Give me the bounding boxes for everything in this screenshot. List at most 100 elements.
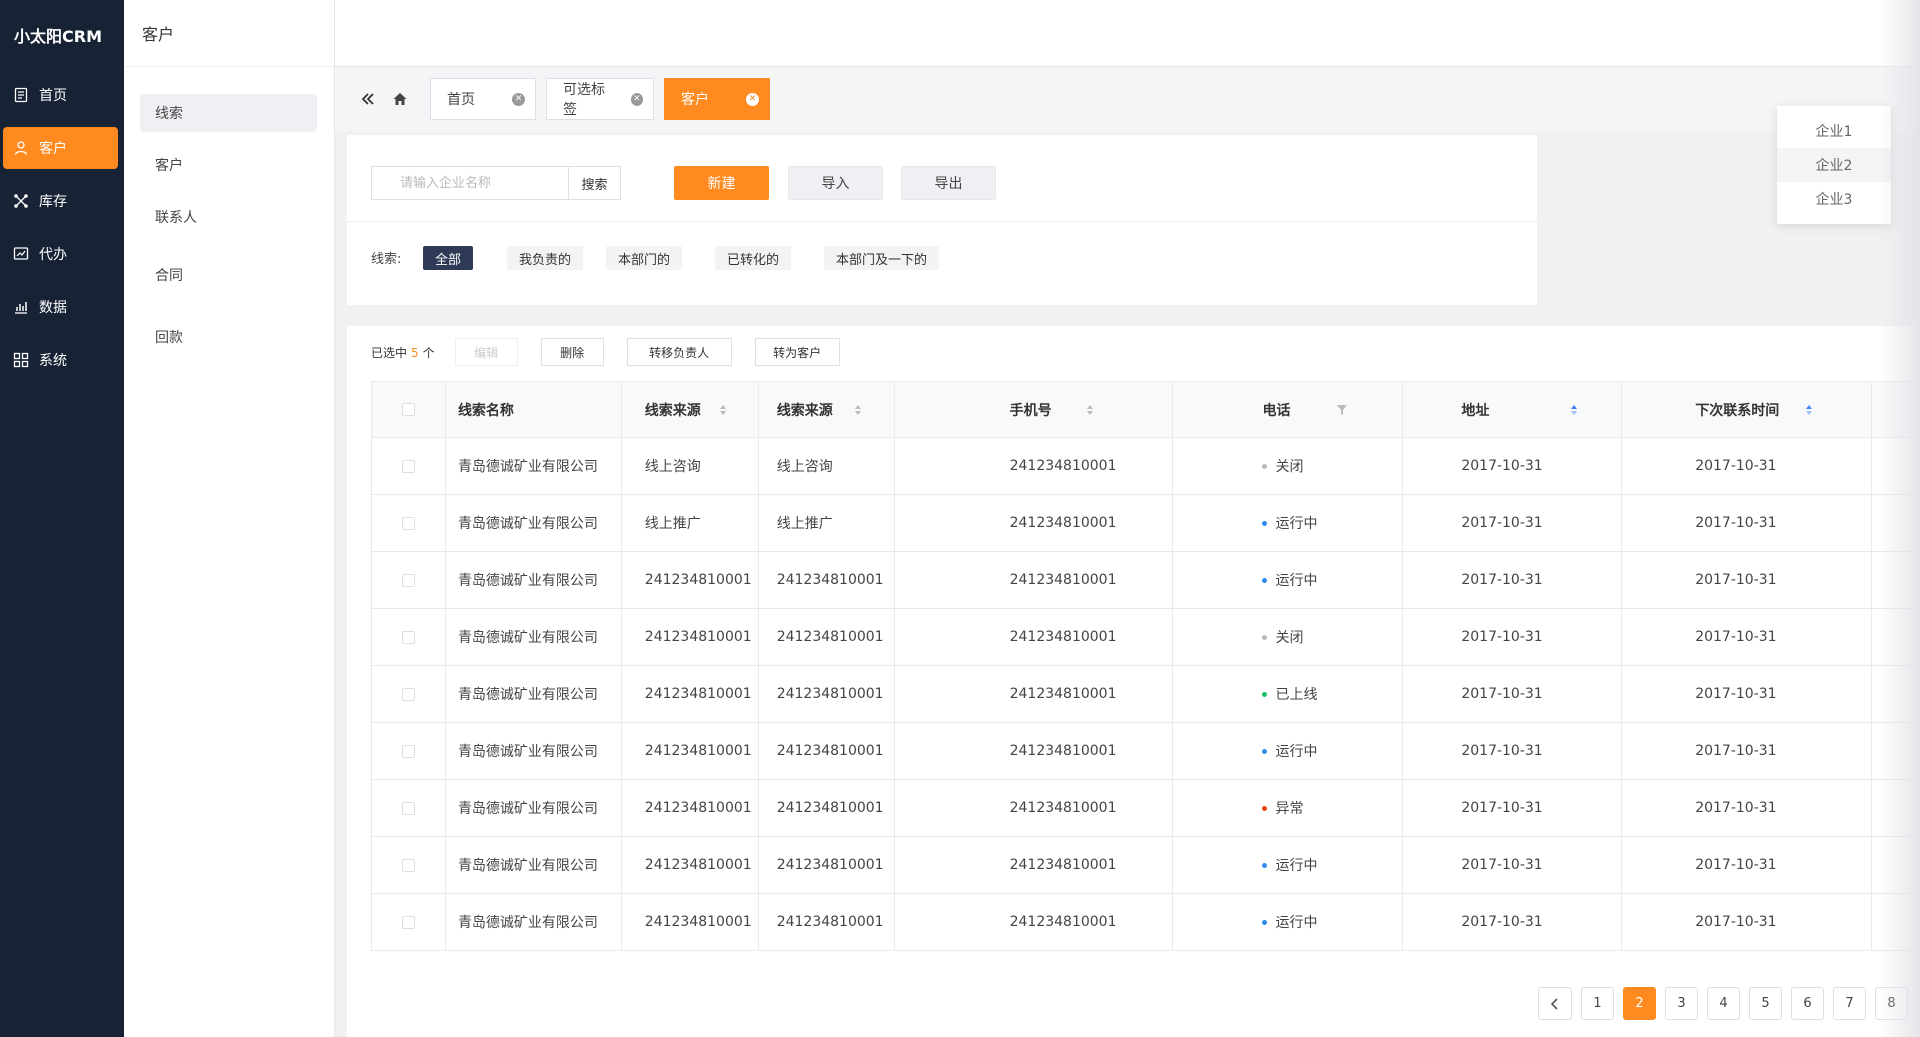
table-row[interactable]: 青岛德诚矿业有限公司 241234810001 241234810001 241234… <box>372 666 1920 723</box>
row-select-cell <box>372 780 446 836</box>
delete-button[interactable]: 删除 <box>540 338 604 366</box>
submenu-item-3[interactable]: 合同 <box>140 256 317 294</box>
cell-source-2: 线上推广 <box>759 495 895 551</box>
sort-icon[interactable] <box>1571 403 1578 417</box>
edit-button[interactable]: 编辑 <box>454 338 518 366</box>
export-button[interactable]: 导出 <box>901 166 996 200</box>
cell-phone-status: 运行中 <box>1173 552 1404 608</box>
col-address[interactable]: 地址 <box>1403 382 1623 437</box>
nav-item-label: 客户 <box>39 141 67 157</box>
table-row[interactable]: 青岛德诚矿业有限公司 241234810001 241234810001 241234… <box>372 552 1920 609</box>
page-button-5[interactable]: 5 <box>1749 987 1782 1020</box>
row-checkbox[interactable] <box>401 516 415 530</box>
transfer-owner-button[interactable]: 转移负责人 <box>626 338 732 366</box>
dropdown-item-2[interactable]: 企业3 <box>1777 182 1891 216</box>
nav-item-1[interactable]: 客户 <box>3 127 118 169</box>
top-header <box>335 0 1920 67</box>
convert-customer-button[interactable]: 转为客户 <box>754 338 840 366</box>
col-extra <box>1872 382 1920 437</box>
col-source-2[interactable]: 线索来源 <box>759 382 895 437</box>
row-checkbox[interactable] <box>401 573 415 587</box>
table-row[interactable]: 青岛德诚矿业有限公司 线上咨询 线上咨询 241234810001 关闭 2017-10-… <box>372 438 1920 495</box>
status-dot-icon <box>1262 463 1268 469</box>
nav-item-4[interactable]: 数据 <box>3 286 118 328</box>
search-button[interactable]: 搜索 <box>568 166 621 200</box>
table-row[interactable]: 青岛德诚矿业有限公司 241234810001 241234810001 241234… <box>372 894 1920 951</box>
enterprise-dropdown: 企业1 企业2 企业3 <box>1777 106 1891 224</box>
row-select-cell <box>372 552 446 608</box>
table-toolbar: 已选中 5 个 编辑 删除 转移负责人 转为客户 <box>371 338 863 366</box>
col-source-1[interactable]: 线索来源 <box>622 382 759 437</box>
cell-source-2: 241234810001 <box>759 723 895 779</box>
home-icon[interactable] <box>388 87 412 111</box>
nav-item-0[interactable]: 首页 <box>3 74 118 116</box>
nav-item-3[interactable]: 代办 <box>3 233 118 275</box>
filter-chip-2[interactable]: 本部门的 <box>606 246 683 270</box>
prev-page-button[interactable] <box>1538 987 1572 1020</box>
nav-item-2[interactable]: 库存 <box>3 180 118 222</box>
import-button[interactable]: 导入 <box>788 166 883 200</box>
page-button-2[interactable]: 2 <box>1623 987 1656 1020</box>
page-button-1[interactable]: 1 <box>1581 987 1614 1020</box>
cell-extra <box>1872 837 1920 893</box>
submenu-item-2[interactable]: 联系人 <box>140 198 317 236</box>
row-checkbox[interactable] <box>401 801 415 815</box>
cell-source-1: 241234810001 <box>622 609 759 665</box>
sort-icon[interactable] <box>1806 403 1813 417</box>
cell-address: 2017-10-31 <box>1403 837 1623 893</box>
page-button-7[interactable]: 7 <box>1833 987 1866 1020</box>
close-icon[interactable]: ✕ <box>746 92 759 106</box>
page-button-3[interactable]: 3 <box>1665 987 1698 1020</box>
filter-icon[interactable] <box>1336 404 1348 416</box>
page-button-4[interactable]: 4 <box>1707 987 1740 1020</box>
tab-2[interactable]: 客户 ✕ <box>664 78 770 120</box>
cell-address: 2017-10-31 <box>1403 666 1623 722</box>
filter-panel: 搜索 新建 导入 导出 线索: 全部 我负责的本部门的 已转化的 本部门及一下的 <box>347 135 1537 305</box>
submenu-item-1[interactable]: 客户 <box>140 146 317 184</box>
col-mobile[interactable]: 手机号 <box>895 382 1174 437</box>
filter-chip-3[interactable]: 已转化的 <box>715 246 792 270</box>
tab-0[interactable]: 首页 ✕ <box>430 78 536 120</box>
row-checkbox[interactable] <box>401 744 415 758</box>
submenu-item-0[interactable]: 线索 <box>140 94 317 132</box>
nav-item-5[interactable]: 系统 <box>3 339 118 381</box>
close-icon[interactable]: ✕ <box>630 92 643 106</box>
sort-icon[interactable] <box>854 403 861 417</box>
filter-chip-1[interactable]: 我负责的 <box>507 246 584 270</box>
table-row[interactable]: 青岛德诚矿业有限公司 241234810001 241234810001 241234… <box>372 723 1920 780</box>
select-all-checkbox[interactable] <box>401 403 415 416</box>
col-phone[interactable]: 电话 <box>1173 382 1404 437</box>
table-row[interactable]: 青岛德诚矿业有限公司 241234810001 241234810001 241234… <box>372 837 1920 894</box>
filter-chip-0[interactable]: 全部 <box>423 246 474 270</box>
sort-icon[interactable] <box>1086 403 1093 417</box>
dropdown-item-1[interactable]: 企业2 <box>1777 148 1891 182</box>
status-text: 关闭 <box>1275 630 1304 646</box>
row-checkbox[interactable] <box>401 915 415 929</box>
filter-chip-4[interactable]: 本部门及一下的 <box>824 246 940 270</box>
col-next-contact[interactable]: 下次联系时间 <box>1622 382 1873 437</box>
table-row[interactable]: 青岛德诚矿业有限公司 线上推广 线上推广 241234810001 运行中 2017-10… <box>372 495 1920 552</box>
new-button[interactable]: 新建 <box>674 166 769 200</box>
cell-mobile: 241234810001 <box>895 438 1174 494</box>
cell-address: 2017-10-31 <box>1403 894 1623 950</box>
tab-1[interactable]: 可选标签 ✕ <box>546 78 654 120</box>
tab-label: 可选标签 <box>563 82 605 118</box>
sort-icon[interactable] <box>719 403 726 417</box>
collapse-icon[interactable] <box>356 87 380 111</box>
dropdown-item-0[interactable]: 企业1 <box>1777 114 1891 148</box>
table-row[interactable]: 青岛德诚矿业有限公司 241234810001 241234810001 241234… <box>372 780 1920 837</box>
row-checkbox[interactable] <box>401 687 415 701</box>
submenu-item-4[interactable]: 回款 <box>140 318 317 356</box>
row-checkbox[interactable] <box>401 858 415 872</box>
cell-mobile: 241234810001 <box>895 723 1174 779</box>
row-checkbox[interactable] <box>401 459 415 473</box>
submenu-title: 客户 <box>124 0 334 67</box>
cell-mobile: 241234810001 <box>895 495 1174 551</box>
row-checkbox[interactable] <box>401 630 415 644</box>
search-input[interactable] <box>371 166 568 200</box>
page-button-6[interactable]: 6 <box>1791 987 1824 1020</box>
cell-source-2: 241234810001 <box>759 837 895 893</box>
close-icon[interactable]: ✕ <box>512 92 525 106</box>
page-button-8[interactable]: 8 <box>1875 987 1908 1020</box>
table-row[interactable]: 青岛德诚矿业有限公司 241234810001 241234810001 241234… <box>372 609 1920 666</box>
